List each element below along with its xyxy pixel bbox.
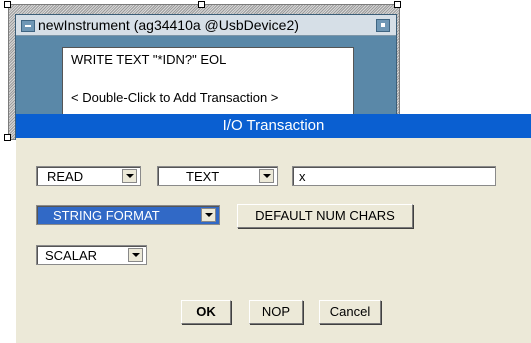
chevron-down-icon[interactable] (259, 169, 274, 183)
encoding-dropdown[interactable]: TEXT (157, 166, 278, 186)
dialog-title-bar[interactable]: I/O Transaction (16, 114, 531, 138)
chevron-down-icon[interactable] (128, 248, 143, 262)
maximize-icon[interactable] (376, 19, 390, 32)
variable-input-field[interactable] (293, 167, 495, 185)
action-dropdown-value: READ (47, 169, 84, 184)
cancel-button[interactable]: Cancel (319, 300, 381, 324)
resize-handle-top-center[interactable] (198, 1, 205, 8)
chevron-down-icon[interactable] (122, 169, 137, 183)
nop-button[interactable]: NOP (249, 300, 303, 324)
add-transaction-prompt[interactable]: < Double-Click to Add Transaction > (71, 90, 278, 105)
action-dropdown[interactable]: READ (36, 166, 141, 186)
variable-input[interactable] (292, 166, 496, 186)
minimize-icon[interactable] (21, 20, 35, 32)
resize-handle-bottom-left[interactable] (4, 134, 11, 141)
default-num-chars-button[interactable]: DEFAULT NUM CHARS (237, 204, 413, 228)
io-transaction-dialog: I/O Transaction READ TEXT STRING FORMAT … (16, 114, 531, 343)
instrument-object-title-bar[interactable]: newInstrument (ag34410a @UsbDevice2) (16, 15, 396, 36)
format-dropdown-value: STRING FORMAT (53, 208, 160, 223)
transaction-item-write[interactable]: WRITE TEXT "*IDN?" EOL (71, 52, 226, 67)
shape-dropdown-value: SCALAR (45, 248, 98, 263)
shape-dropdown[interactable]: SCALAR (36, 245, 147, 265)
ok-button[interactable]: OK (181, 300, 231, 324)
encoding-dropdown-value: TEXT (186, 169, 220, 184)
instrument-object-title: newInstrument (ag34410a @UsbDevice2) (38, 17, 299, 33)
resize-handle-top-left[interactable] (4, 1, 11, 8)
chevron-down-icon[interactable] (201, 208, 216, 222)
resize-handle-top-right[interactable] (394, 1, 401, 8)
format-dropdown[interactable]: STRING FORMAT (36, 205, 220, 225)
